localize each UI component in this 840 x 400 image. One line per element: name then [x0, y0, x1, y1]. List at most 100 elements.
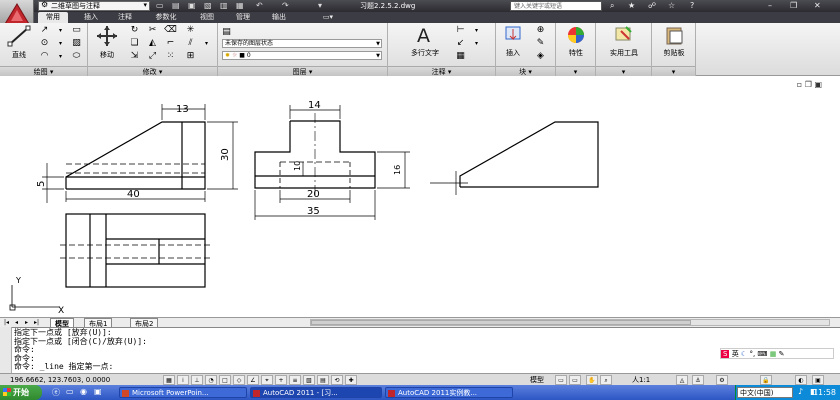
hatch-icon[interactable]: ▨	[70, 38, 83, 49]
command-prompt-line[interactable]: 命令: _line 指定第一点:	[14, 363, 147, 372]
lock-icon[interactable]: 🔒	[760, 375, 772, 385]
quick-view-layouts-icon[interactable]: ▭	[555, 375, 567, 385]
properties-button[interactable]: 特性	[560, 25, 592, 58]
workspace-selector[interactable]: ⚙ 二维草图与注释 ▾	[38, 1, 150, 11]
ortho-icon[interactable]: ⊥	[191, 375, 203, 385]
arc-icon[interactable]: ◠	[38, 51, 51, 62]
pan-icon[interactable]: ✋	[586, 375, 598, 385]
saveas-icon[interactable]: ▧	[204, 0, 212, 12]
start-button[interactable]: 开始	[0, 385, 42, 400]
new-icon[interactable]: ▭	[156, 0, 164, 12]
qp-icon[interactable]: ▤	[317, 375, 329, 385]
layer-properties-icon[interactable]: ▤	[220, 27, 233, 38]
grid-icon[interactable]: ⁞	[177, 375, 189, 385]
undo-icon[interactable]: ↶	[256, 0, 263, 12]
drawing-canvas[interactable]: 13 30 5 40 14 10 20 35 16 Y X	[0, 77, 840, 317]
linear-dim-icon[interactable]: ⊢	[454, 25, 467, 36]
osnap-icon[interactable]: □	[219, 375, 231, 385]
insert-button[interactable]: 插入	[498, 25, 528, 58]
tab-parametric[interactable]: 参数化	[146, 12, 186, 23]
chevron-down-icon[interactable]: ▾	[470, 38, 483, 49]
close-icon[interactable]: ▣	[814, 80, 822, 89]
annotation-monitor-icon[interactable]: ✚	[345, 375, 357, 385]
panel-modify-label[interactable]: 修改 ▾	[88, 66, 217, 76]
tab-annotate[interactable]: 注释	[112, 12, 138, 23]
otrack-icon[interactable]: ∠	[247, 375, 259, 385]
quick-launch-ppt-icon[interactable]: ▣	[94, 387, 102, 396]
tab-insert[interactable]: 插入	[78, 12, 104, 23]
close-icon[interactable]: ✕	[814, 0, 821, 12]
leader-icon[interactable]: ↙	[454, 38, 467, 49]
redo-icon[interactable]: ↷	[282, 0, 289, 12]
copy-icon[interactable]: ❏	[128, 38, 141, 49]
language-indicator[interactable]: 中文(中国)	[737, 387, 793, 398]
chevron-down-icon[interactable]: ▾	[470, 25, 483, 36]
chevron-down-icon[interactable]: ▾	[54, 25, 67, 36]
tab-output[interactable]: 输出	[266, 12, 292, 23]
trim-icon[interactable]: ✂	[146, 25, 159, 36]
ellipse-icon[interactable]: ⬭	[70, 51, 83, 62]
array-icon[interactable]: ⁙	[164, 51, 177, 62]
task-autocad-drawing[interactable]: AutoCAD 2011 - [习...	[250, 387, 382, 398]
tab-home[interactable]: 常用	[38, 12, 68, 23]
minimize-icon[interactable]: –	[768, 0, 772, 12]
panel-clipboard-expand[interactable]: ▾	[652, 66, 695, 76]
ribbon-toggle-icon[interactable]: ▭▾	[318, 12, 338, 23]
tab-view[interactable]: 视图	[194, 12, 220, 23]
create-block-icon[interactable]: ⊕	[534, 25, 547, 36]
panel-utilities-expand[interactable]: ▾	[596, 66, 651, 76]
selection-cycling-icon[interactable]: ⟲	[331, 375, 343, 385]
dyn-icon[interactable]: +	[275, 375, 287, 385]
panel-draw-label[interactable]: 绘图 ▾	[0, 66, 87, 76]
customize-icon[interactable]: ▾	[318, 0, 322, 12]
restore-icon[interactable]: ❐	[805, 80, 812, 89]
3dosnap-icon[interactable]: ◇	[233, 375, 245, 385]
quick-launch-media-icon[interactable]: ◉	[80, 387, 87, 396]
tab-manage[interactable]: 管理	[230, 12, 256, 23]
isolate-icon[interactable]: ◐	[795, 375, 807, 385]
quick-launch-ie-icon[interactable]: ⓔ	[52, 387, 60, 398]
rectangle-icon[interactable]: ▭	[70, 25, 83, 36]
task-autocad-tutorial[interactable]: AutoCAD 2011实例教...	[385, 387, 513, 398]
quick-view-drawings-icon[interactable]: ▭	[569, 375, 581, 385]
mtext-button[interactable]: A 多行文字	[400, 25, 450, 58]
layer-state-select[interactable]: 未保存的图层状态 ▼	[222, 39, 382, 48]
help-search-input[interactable]: 键入关键字或短语	[510, 1, 602, 11]
quick-launch-desktop-icon[interactable]: ▭	[66, 387, 74, 396]
horizontal-scrollbar[interactable]	[310, 319, 830, 326]
plot-icon[interactable]: ▦	[236, 0, 244, 12]
chevron-down-icon[interactable]: ▾	[200, 38, 213, 49]
mirror-icon[interactable]: ◭	[146, 38, 159, 49]
move-button[interactable]: 移动	[92, 25, 122, 60]
open-icon[interactable]: ▤	[172, 0, 180, 12]
panel-block-label[interactable]: 块 ▾	[496, 66, 555, 76]
command-window[interactable]: 指定下一点或 [放弃(U)]: 指定下一点或 [闭合(C)/放弃(U)]: 命令…	[0, 327, 840, 373]
save-icon[interactable]: ▣	[188, 0, 196, 12]
communication-icon[interactable]: ☍	[648, 0, 656, 12]
subscription-icon[interactable]: ★	[628, 0, 635, 12]
help-icon[interactable]: ?	[690, 0, 694, 12]
search-icon[interactable]: ⌕	[610, 0, 614, 12]
clipboard-button[interactable]: 剪贴板	[656, 25, 692, 58]
favorites-icon[interactable]: ☆	[668, 0, 675, 12]
explode-icon[interactable]: ✳	[184, 25, 197, 36]
print-icon[interactable]: ▥	[220, 0, 228, 12]
fillet-icon[interactable]: ⌐	[164, 38, 177, 49]
polyline-icon[interactable]: ↗	[38, 25, 51, 36]
lineweight-icon[interactable]: ≡	[289, 375, 301, 385]
panel-properties-expand[interactable]: ▾	[556, 66, 595, 76]
current-layer-select[interactable]: ✹ ☼ ■ 0 ▼	[222, 51, 382, 60]
rotate-icon[interactable]: ↻	[128, 25, 141, 36]
panel-annotation-label[interactable]: 注释 ▾	[388, 66, 495, 76]
snap-icon[interactable]: ▦	[163, 375, 175, 385]
attribute-icon[interactable]: ◈	[534, 51, 547, 62]
autoscale-icon[interactable]: ⚓	[692, 375, 704, 385]
ducs-icon[interactable]: ⌖	[261, 375, 273, 385]
scale-icon[interactable]: ⤢	[146, 51, 159, 62]
task-powerpoint[interactable]: Microsoft PowerPoin...	[119, 387, 247, 398]
command-window-handle[interactable]	[0, 327, 12, 373]
workspace-switch-icon[interactable]: ⚙	[716, 375, 728, 385]
line-button[interactable]: 直线	[4, 25, 34, 60]
scroll-thumb[interactable]	[311, 320, 691, 325]
erase-icon[interactable]: ⌫	[164, 25, 177, 36]
